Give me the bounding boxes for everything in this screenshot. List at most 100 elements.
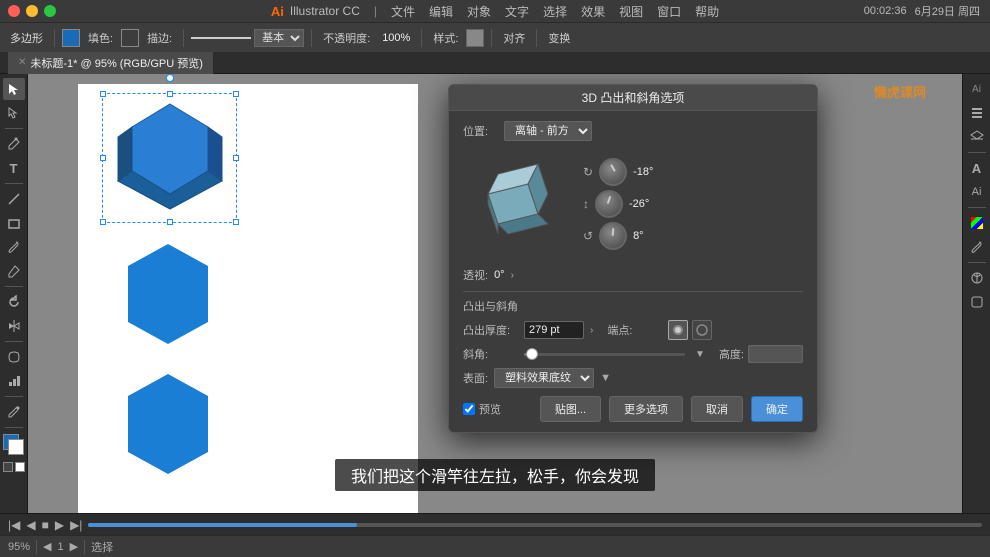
bevel-slider-container[interactable] — [524, 346, 685, 362]
menu-file[interactable]: 文件 — [391, 3, 415, 20]
angle2-dial[interactable] — [595, 190, 623, 218]
tool-direct-select[interactable] — [3, 102, 25, 124]
tool-mirror[interactable] — [3, 315, 25, 337]
bevel-slider-thumb[interactable] — [526, 348, 538, 360]
artboard-left[interactable]: ◀ — [43, 540, 51, 553]
tool-pen[interactable] — [3, 133, 25, 155]
play-back[interactable]: ◀ — [26, 518, 35, 532]
tool-paintbrush[interactable] — [3, 236, 25, 258]
zoom-level[interactable]: 95% — [8, 541, 30, 553]
menu-object[interactable]: 对象 — [467, 3, 491, 20]
hex-flat-2 — [108, 239, 228, 349]
cap-on-icon[interactable] — [668, 320, 688, 340]
sel-handle-rotate[interactable] — [166, 74, 174, 82]
tool-eyedropper[interactable] — [3, 401, 25, 423]
sel-handle-tc[interactable] — [167, 91, 173, 97]
tool-select[interactable] — [3, 78, 25, 100]
panel-btn-brushes[interactable] — [966, 236, 988, 258]
stroke-none-icon[interactable] — [15, 462, 25, 472]
position-label: 位置: — [463, 123, 498, 139]
tab-close-icon[interactable]: ✕ — [18, 57, 26, 68]
panel-btn-swatches[interactable] — [966, 212, 988, 234]
dialog-title-bar[interactable]: 3D 凸出和斜角选项 — [449, 85, 817, 111]
stroke-label: 描边: — [143, 30, 176, 46]
more-options-button[interactable]: 更多选项 — [609, 396, 683, 422]
panel-btn-type[interactable]: A — [966, 157, 988, 179]
perspective-row: 透视: 0° › — [463, 267, 803, 283]
bevel-dropdown-arrow[interactable]: ▼ — [695, 349, 705, 360]
play-forward[interactable]: ▶ — [55, 518, 64, 532]
fill-none-icon[interactable] — [3, 462, 13, 472]
transform-label: 变换 — [544, 30, 574, 46]
menu-effect[interactable]: 效果 — [581, 3, 605, 20]
panel-btn-1[interactable]: Ai — [966, 78, 988, 100]
play-stop[interactable]: ■ — [42, 518, 49, 532]
panel-btn-properties[interactable] — [966, 102, 988, 124]
sel-handle-bc[interactable] — [167, 219, 173, 225]
color-mode-icons[interactable] — [3, 462, 25, 472]
hex-shape-2-container[interactable] — [108, 239, 228, 354]
sel-handle-tr[interactable] — [233, 91, 239, 97]
menu-window[interactable]: 窗口 — [657, 3, 681, 20]
tool-graph[interactable] — [3, 370, 25, 392]
paste-button[interactable]: 贴图... — [540, 396, 601, 422]
menu-text[interactable]: 文字 — [505, 3, 529, 20]
menu-edit[interactable]: 编辑 — [429, 3, 453, 20]
toolbar-div1 — [54, 29, 55, 47]
play-next[interactable]: ▶| — [70, 518, 82, 532]
menu-help[interactable]: 帮助 — [695, 3, 719, 20]
dialog-body: 位置: 离轴 - 前方 — [449, 111, 817, 432]
tool-line[interactable] — [3, 188, 25, 210]
base-style-select[interactable]: 基本 — [254, 29, 304, 47]
toolbar-div4 — [421, 29, 422, 47]
ok-button[interactable]: 确定 — [751, 396, 803, 422]
angle3-dial[interactable] — [599, 222, 627, 250]
cap-off-icon[interactable] — [692, 320, 712, 340]
active-tab[interactable]: ✕ 未标题-1* @ 95% (RGB/GPU 预览) — [8, 52, 214, 74]
position-select[interactable]: 离轴 - 前方 — [504, 121, 592, 141]
sel-handle-br[interactable] — [233, 219, 239, 225]
style-box[interactable] — [466, 29, 484, 47]
cube-svg — [468, 154, 568, 254]
surface-select[interactable]: 塑料效果底纹 — [494, 368, 594, 388]
panel-btn-layers[interactable] — [966, 126, 988, 148]
progress-bar[interactable] — [88, 523, 982, 527]
angle1-dial[interactable] — [599, 158, 627, 186]
hex-shape-1-container[interactable] — [108, 99, 233, 224]
tool-warp[interactable] — [3, 346, 25, 368]
tab-title: 未标题-1* @ 95% (RGB/GPU 预览) — [30, 55, 203, 71]
close-button[interactable] — [8, 5, 20, 17]
sel-handle-bl[interactable] — [100, 219, 106, 225]
surface-more-icon[interactable]: ▼ — [600, 372, 611, 384]
extrude-depth-arrow[interactable]: › — [590, 325, 593, 336]
panel-btn-symbols[interactable] — [966, 267, 988, 289]
stroke-box[interactable] — [121, 29, 139, 47]
preview-checkbox[interactable] — [463, 403, 475, 415]
height-input[interactable] — [748, 345, 803, 363]
sel-handle-lc[interactable] — [100, 155, 106, 161]
tool-type[interactable]: T — [3, 157, 25, 179]
tool-pencil[interactable] — [3, 260, 25, 282]
artboard-right[interactable]: ▶ — [70, 540, 78, 553]
menu-view[interactable]: 视图 — [619, 3, 643, 20]
cancel-button[interactable]: 取消 — [691, 396, 743, 422]
tool-rect[interactable] — [3, 212, 25, 234]
hex-shape-3-container[interactable] — [108, 369, 228, 484]
main-area: T — [0, 74, 990, 513]
menu-select[interactable]: 选择 — [543, 3, 567, 20]
sel-handle-tl[interactable] — [100, 91, 106, 97]
panel-btn-graphic-styles[interactable] — [966, 291, 988, 313]
sel-handle-rc[interactable] — [233, 155, 239, 161]
maximize-button[interactable] — [44, 5, 56, 17]
tool-rotate[interactable] — [3, 291, 25, 313]
canvas-area[interactable]: 3D 凸出和斜角选项 位置: 离轴 - 前方 — [28, 74, 962, 513]
panel-btn-2[interactable]: Ai — [966, 181, 988, 203]
color-fill-stroke[interactable] — [3, 434, 25, 456]
extrude-depth-input[interactable] — [524, 321, 584, 339]
minimize-button[interactable] — [26, 5, 38, 17]
perspective-arrow[interactable]: › — [511, 270, 514, 281]
right-panel: Ai A Ai — [962, 74, 990, 513]
play-prev[interactable]: |◀ — [8, 518, 20, 532]
style-label: 样式: — [429, 30, 462, 46]
fill-color-box[interactable] — [62, 29, 80, 47]
